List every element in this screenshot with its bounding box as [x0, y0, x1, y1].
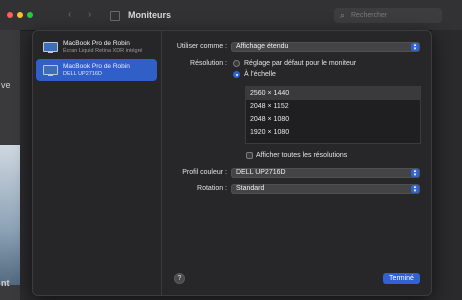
resolution-option[interactable]: 2560 × 1440	[246, 87, 420, 100]
popup-chevrons-icon: ▴ ▾	[411, 43, 419, 52]
display-subtitle: Écran Liquid Retina XDR intégré	[63, 48, 143, 54]
show-all-resolutions-checkbox[interactable]	[246, 152, 253, 159]
rotation-popup[interactable]: Standard ▴ ▾	[231, 184, 420, 194]
display-list-sidebar: MacBook Pro de Robin Écran Liquid Retina…	[33, 31, 162, 295]
rotation-label: Rotation :	[197, 185, 227, 192]
popup-chevrons-icon: ▴ ▾	[411, 169, 419, 178]
laptop-display-icon	[43, 42, 58, 53]
display-name: MacBook Pro de Robin	[63, 40, 130, 47]
forward-arrow-icon[interactable]: ›	[88, 9, 91, 20]
popup-chevrons-icon: ▴ ▾	[411, 185, 419, 194]
color-profile-value: DELL UP2716D	[236, 169, 286, 176]
zoom-window-button[interactable]	[27, 12, 33, 18]
rotation-value: Standard	[236, 185, 265, 192]
search-placeholder: Rechercher	[351, 12, 388, 19]
color-profile-popup[interactable]: DELL UP2716D ▴ ▾	[231, 168, 420, 178]
search-field[interactable]: ⌕ Rechercher	[334, 8, 442, 23]
use-as-popup[interactable]: Affichage étendu ▴ ▾	[231, 42, 420, 52]
resolution-option[interactable]: 2048 × 1080	[246, 113, 420, 126]
display-item-builtin[interactable]: MacBook Pro de Robin Écran Liquid Retina…	[36, 36, 157, 58]
background-text-fragment: nt	[1, 278, 10, 288]
use-as-label: Utiliser comme :	[176, 43, 227, 50]
display-name: MacBook Pro de Robin	[63, 63, 130, 70]
done-button[interactable]: Terminé	[383, 273, 420, 284]
resolution-default-label[interactable]: Réglage par défaut pour le moniteur	[244, 60, 356, 67]
external-monitor-icon	[43, 65, 58, 76]
resolution-option[interactable]: 2048 × 1152	[246, 100, 420, 113]
help-button[interactable]: ?	[174, 273, 185, 284]
show-all-grid-icon[interactable]	[110, 11, 120, 21]
close-window-button[interactable]	[7, 12, 13, 18]
resolution-scaled-label[interactable]: À l’échelle	[244, 71, 276, 78]
background-pane-right	[432, 30, 462, 300]
background-pane-left: ve nt	[0, 30, 20, 300]
resolution-option-label: 1920 × 1080	[250, 129, 290, 136]
window-title: Moniteurs	[128, 10, 172, 20]
resolution-default-radio[interactable]	[233, 60, 240, 67]
minimize-window-button[interactable]	[17, 12, 23, 18]
use-as-value: Affichage étendu	[236, 43, 289, 50]
resolution-option-label: 2048 × 1152	[250, 103, 289, 110]
background-text-fragment: ve	[1, 80, 11, 90]
show-all-resolutions-label[interactable]: Afficher toutes les résolutions	[256, 152, 347, 159]
resolution-scaled-radio[interactable]	[233, 71, 240, 78]
back-arrow-icon[interactable]: ‹	[68, 9, 71, 20]
display-item-dell[interactable]: MacBook Pro de Robin DELL UP2716D	[36, 59, 157, 81]
resolution-option[interactable]: 1920 × 1080	[246, 126, 420, 139]
display-subtitle: DELL UP2716D	[63, 71, 102, 77]
title-bar: ‹ › Moniteurs ⌕ Rechercher	[0, 0, 462, 31]
color-profile-label: Profil couleur :	[182, 169, 227, 176]
resolution-list[interactable]: 2560 × 1440 2048 × 1152 2048 × 1080 1920…	[245, 86, 421, 144]
resolution-option-label: 2560 × 1440	[250, 90, 290, 97]
resolution-label: Résolution :	[190, 60, 227, 67]
display-settings-sheet: MacBook Pro de Robin Écran Liquid Retina…	[32, 30, 432, 296]
search-icon: ⌕	[340, 10, 346, 20]
resolution-option-label: 2048 × 1080	[250, 116, 290, 123]
background-wallpaper-preview	[0, 145, 20, 285]
